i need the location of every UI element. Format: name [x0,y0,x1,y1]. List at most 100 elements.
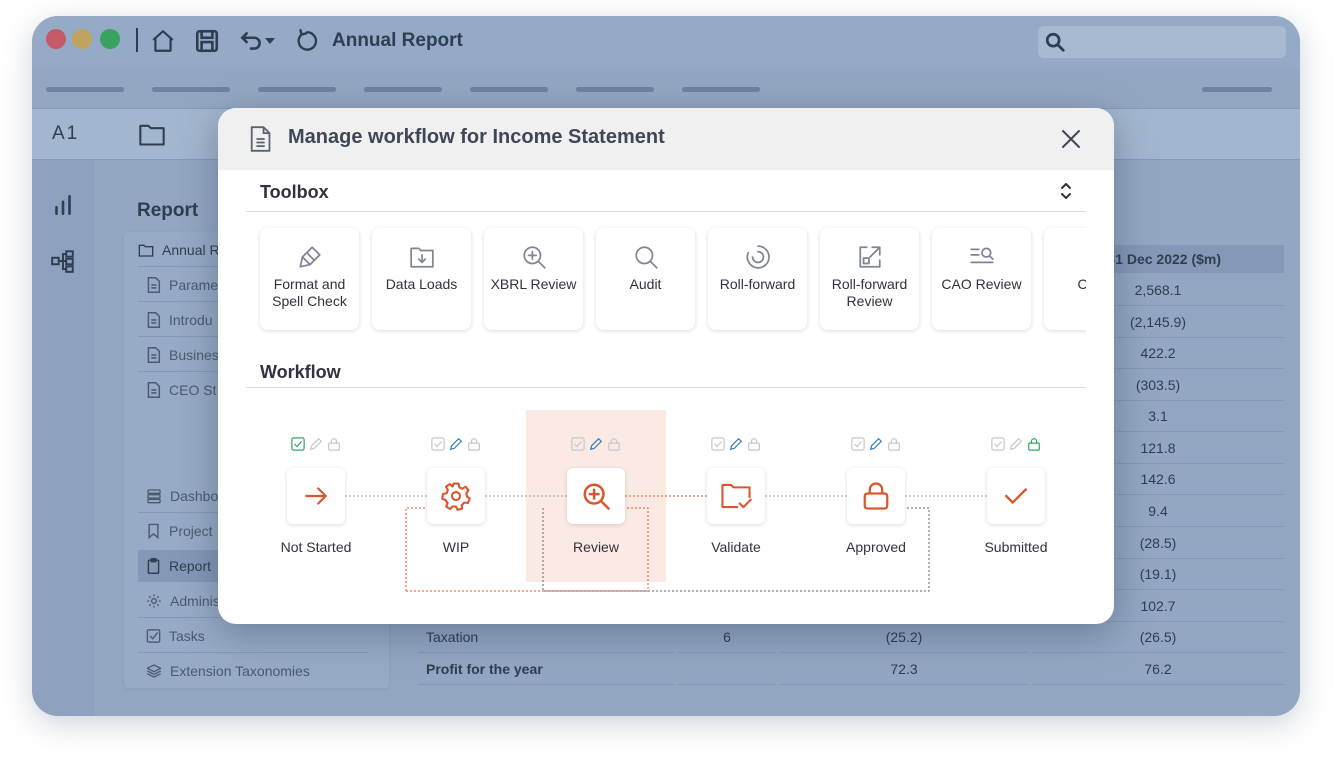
home-icon[interactable] [150,28,176,54]
lock-icon[interactable] [887,437,901,451]
nav-item-parameters[interactable]: Parame [146,269,218,301]
stage-approved[interactable] [847,468,905,524]
bar-chart-icon[interactable] [50,192,76,223]
pencil-icon[interactable] [1009,437,1023,451]
table-cell-note[interactable]: 6 [678,622,776,653]
nav-item-label: Report [169,558,212,574]
stage-submitted[interactable] [987,468,1045,524]
nav-item-annual-report[interactable]: Annual R [138,234,220,266]
checkmark-icon [1005,488,1027,504]
stage-status-icons [561,437,631,453]
nav-item-dashboard[interactable]: Dashbo [146,480,218,512]
search-icon [1045,32,1065,52]
document-icon [147,312,161,328]
gear-icon [441,482,471,511]
undo-dropdown-icon[interactable] [264,34,276,46]
stage-label: Approved [846,539,906,555]
nav-item-administration[interactable]: Adminis [146,585,220,617]
stage-label: Submitted [984,539,1048,555]
document-icon [147,277,161,293]
nav-item-introduction[interactable]: Introdu [146,304,213,336]
ribbon-tab[interactable] [682,87,760,92]
checkbox-icon[interactable] [851,437,865,451]
close-window-button[interactable] [46,29,66,49]
table-cell[interactable]: 76.2 [1032,654,1284,685]
ribbon-collapse-bar[interactable] [1202,87,1272,92]
nav-item-label: Project [169,523,213,539]
checkbox-icon[interactable] [291,437,305,451]
table-cell[interactable]: (26.5) [1032,622,1284,653]
lock-icon[interactable] [467,437,481,451]
ribbon-tab[interactable] [46,87,124,92]
ribbon-tab[interactable] [258,87,336,92]
document-icon [147,382,161,398]
ribbon-tab[interactable] [470,87,548,92]
minimize-window-button[interactable] [72,29,92,49]
pencil-icon[interactable] [449,437,463,451]
clipboard-icon [147,558,160,574]
refresh-icon[interactable] [294,28,320,54]
stage-status-icons [701,437,771,453]
stage-status-icons [981,437,1051,453]
maximize-window-button[interactable] [100,29,120,49]
gear-icon [147,594,161,608]
lock-icon[interactable] [327,437,341,451]
document-icon [147,347,161,363]
pencil-icon[interactable] [589,437,603,451]
ribbon-tab[interactable] [152,87,230,92]
checkbox-icon[interactable] [571,437,585,451]
checkbox-icon[interactable] [711,437,725,451]
checkbox-icon[interactable] [991,437,1005,451]
nav-item-label: CEO St [169,382,217,398]
ribbon-tab[interactable] [576,87,654,92]
nav-item-label: Introdu [169,312,213,328]
lock-icon[interactable] [1027,437,1041,451]
nav-item-tasks[interactable]: Tasks [146,620,205,652]
table-cell[interactable]: (25.2) [780,622,1028,653]
nav-item-label: Extension Taxonomies [170,663,310,679]
nav-item-project[interactable]: Project [146,515,213,547]
pencil-icon[interactable] [309,437,323,451]
cell-reference[interactable]: A1 [52,123,79,145]
nav-item-business[interactable]: Busines [146,339,219,371]
hierarchy-icon[interactable] [50,248,76,279]
lock-icon[interactable] [607,437,621,451]
workflow-modal: Manage workflow for Income Statement Too… [218,108,1114,624]
dashboard-icon [147,489,161,504]
nav-item-ceo-statement[interactable]: CEO St [146,374,216,406]
folder-icon [138,244,154,257]
checkbox-icon[interactable] [431,437,445,451]
stage-review[interactable] [567,468,625,524]
table-cell-note[interactable] [678,654,776,685]
stage-wip[interactable] [427,468,485,524]
nav-item-label: Busines [169,347,219,363]
title-bar: Annual Report [32,16,1300,68]
ribbon-tab[interactable] [364,87,442,92]
left-rail [32,160,95,716]
nav-divider [138,652,368,653]
stage-status-icons [841,437,911,453]
undo-icon[interactable] [238,28,264,54]
toolbar-divider [136,28,138,52]
save-icon[interactable] [194,28,220,54]
table-cell[interactable]: 72.3 [780,654,1028,685]
folder-icon[interactable] [138,121,166,152]
lock-icon[interactable] [747,437,761,451]
nav-item-label: Adminis [170,593,220,609]
layers-icon [146,664,162,678]
nav-heading: Report [137,200,199,221]
stage-not-started[interactable] [287,468,345,524]
nav-item-label: Tasks [169,628,205,644]
stage-status-icons [281,437,351,453]
nav-item-label: Parame [169,277,219,293]
nav-item-extension-taxonomies[interactable]: Extension Taxonomies [146,655,310,687]
pencil-icon[interactable] [869,437,883,451]
lock-icon [863,482,889,510]
pencil-icon[interactable] [729,437,743,451]
stage-label: Validate [711,539,761,555]
search-input[interactable] [1038,26,1286,58]
arrow-right-icon [305,487,327,505]
stage-validate[interactable] [707,468,765,524]
table-row-label: Profit for the year [418,654,674,685]
folder-check-icon [721,483,752,509]
